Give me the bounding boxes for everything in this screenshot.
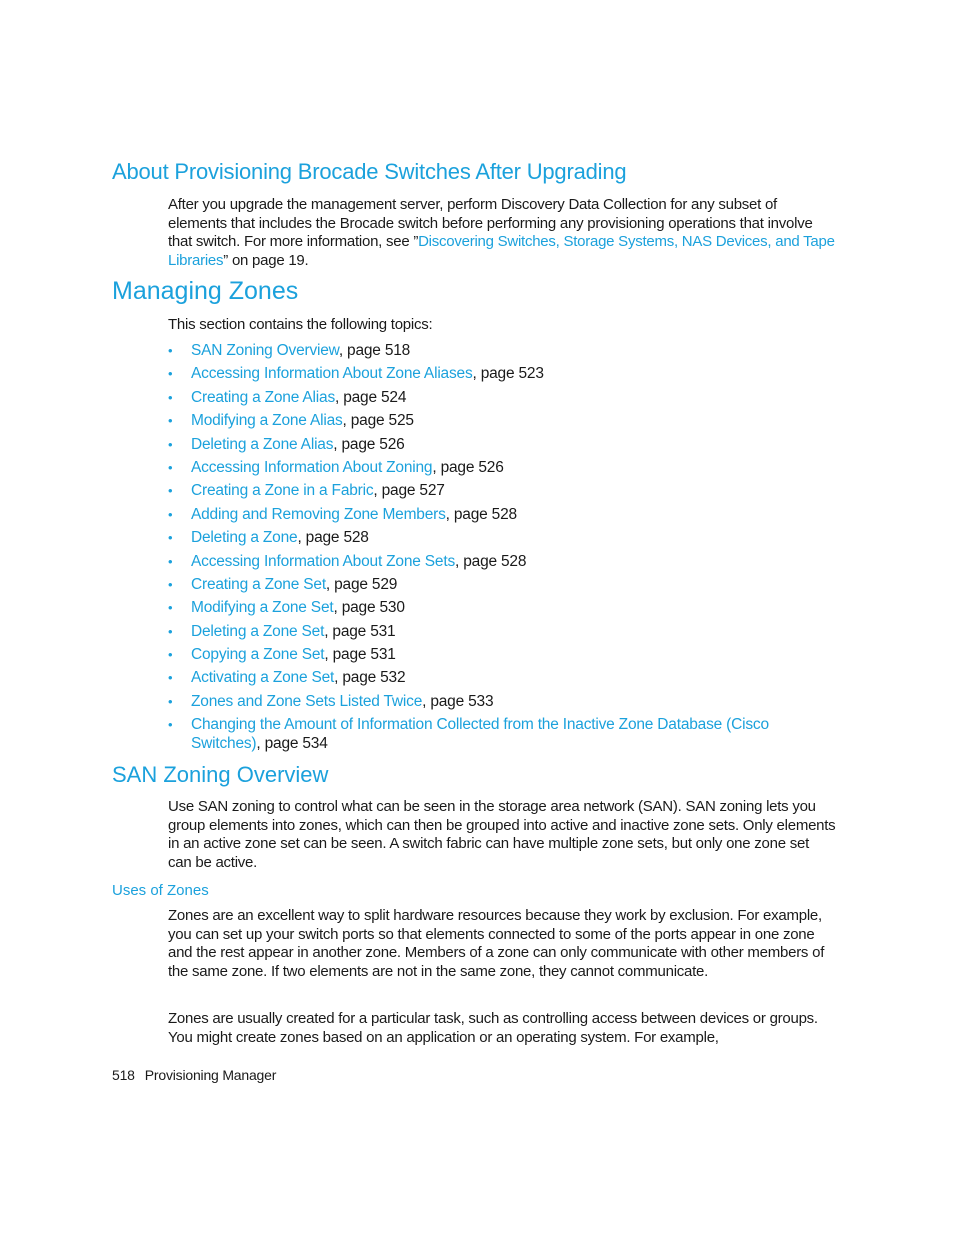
topic-link[interactable]: Copying a Zone Set <box>191 646 325 663</box>
bullet-icon: • <box>168 436 173 452</box>
heading-managing-zones: Managing Zones <box>112 277 299 305</box>
bullet-icon: • <box>168 483 173 499</box>
bullet-icon: • <box>168 717 173 733</box>
footer-title: Provisioning Manager <box>144 1067 277 1083</box>
topic-list-item: • Activating a Zone Set, page 532 <box>168 669 808 688</box>
topic-link[interactable]: Zones and Zone Sets Listed Twice <box>191 693 422 710</box>
about-paragraph: After you upgrade the management server,… <box>168 196 836 271</box>
topic-list-item: • Deleting a Zone Alias, page 526 <box>168 436 808 455</box>
topic-page-ref: , page 524 <box>335 388 407 406</box>
topic-page-ref: , page 533 <box>422 692 494 710</box>
topic-page-ref: , page 526 <box>333 435 405 453</box>
heading-san-zoning-overview: SAN Zoning Overview <box>112 762 329 787</box>
topic-link[interactable]: Activating a Zone Set <box>191 669 334 686</box>
heading-uses-of-zones: Uses of Zones <box>112 882 209 899</box>
topic-page-ref: , page 531 <box>324 646 396 664</box>
topic-page-ref: , page 528 <box>445 505 517 523</box>
topic-list-item: • Creating a Zone in a Fabric, page 527 <box>168 482 808 501</box>
topic-list-item: • Creating a Zone Set, page 529 <box>168 576 808 595</box>
bullet-icon: • <box>168 623 173 639</box>
heading-about-provisioning: About Provisioning Brocade Switches Afte… <box>112 159 627 184</box>
topic-page-ref: , page 526 <box>432 458 504 476</box>
topic-page-ref: , page 530 <box>333 599 405 617</box>
topic-list-item: • Copying a Zone Set, page 531 <box>168 646 808 665</box>
bullet-icon: • <box>168 553 173 569</box>
topic-list-item: • Adding and Removing Zone Members, page … <box>168 506 808 525</box>
topic-link[interactable]: Deleting a Zone <box>191 529 298 546</box>
bullet-icon: • <box>168 413 173 429</box>
topic-list-item: • Modifying a Zone Set, page 530 <box>168 599 808 618</box>
topic-list-item: • Accessing Information About Zoning, pag… <box>168 459 808 478</box>
about-text-after: ” on page 19. <box>223 252 309 270</box>
topic-link[interactable]: Modifying a Zone Alias <box>191 412 343 429</box>
page-footer: 518 Provisioning Manager <box>112 1067 276 1083</box>
topic-link[interactable]: Accessing Information About Zoning <box>191 459 433 476</box>
topic-link[interactable]: Adding and Removing Zone Members <box>191 506 446 523</box>
topic-list-item: • Deleting a Zone, page 528 <box>168 529 808 548</box>
bullet-icon: • <box>168 530 173 546</box>
uses-paragraph-1: Zones are an excellent way to split hard… <box>168 907 825 981</box>
topic-page-ref: , page 529 <box>325 575 398 593</box>
topic-link[interactable]: Deleting a Zone Alias <box>191 436 333 453</box>
topic-list-item: • Modifying a Zone Alias, page 525 <box>168 412 808 431</box>
topic-list-item: • Accessing Information About Zone Sets, … <box>168 553 808 572</box>
topic-link[interactable]: Deleting a Zone Set <box>191 623 324 640</box>
topic-list-item: • Deleting a Zone Set, page 531 <box>168 623 808 642</box>
topics-list: • SAN Zoning Overview, page 518 • Accessing… <box>168 342 808 758</box>
topic-list-item: • Accessing Information About Zone Aliase… <box>168 365 808 384</box>
topic-link[interactable]: SAN Zoning Overview <box>191 342 339 359</box>
uses-paragraph-2: Zones are usually created for a particul… <box>168 1010 818 1046</box>
bullet-icon: • <box>168 506 173 522</box>
topic-link[interactable]: Accessing Information About Zone Aliases <box>191 365 473 382</box>
topic-page-ref: , page 525 <box>342 412 414 430</box>
bullet-icon: • <box>168 576 173 592</box>
topic-page-ref: , page 528 <box>455 552 527 570</box>
topic-link[interactable]: Accessing Information About Zone Sets <box>191 553 455 570</box>
bullet-icon: • <box>168 670 173 686</box>
topic-page-ref: , page 532 <box>334 669 406 687</box>
bullet-icon: • <box>168 366 173 382</box>
bullet-icon: • <box>168 459 173 475</box>
topic-link[interactable]: Creating a Zone Alias <box>191 389 335 406</box>
topic-link[interactable]: Creating a Zone Set <box>191 576 326 593</box>
topic-page-ref: , page 527 <box>373 482 445 500</box>
topic-list-item: • Zones and Zone Sets Listed Twice, page … <box>168 693 808 712</box>
managing-intro: This section contains the following topi… <box>168 316 433 333</box>
topic-page-ref: , page 518 <box>338 342 411 359</box>
san-overview-paragraph: Use SAN zoning to control what can be se… <box>168 798 836 872</box>
bullet-icon: • <box>168 600 173 616</box>
bullet-icon: • <box>168 693 173 709</box>
bullet-icon: • <box>168 389 173 405</box>
topic-list-item: • SAN Zoning Overview, page 518 <box>168 342 808 361</box>
topic-list-item: • Changing the Amount of Information Coll… <box>168 716 808 753</box>
bullet-icon: • <box>168 343 173 358</box>
page-number: 518 <box>112 1067 135 1083</box>
topic-page-ref: , page 534 <box>256 734 328 752</box>
topic-list-item: • Creating a Zone Alias, page 524 <box>168 389 808 408</box>
topic-page-ref: , page 528 <box>297 529 369 547</box>
topic-page-ref: , page 523 <box>472 365 544 383</box>
topic-link[interactable]: Creating a Zone in a Fabric <box>191 482 374 499</box>
topic-link[interactable]: Modifying a Zone Set <box>191 599 334 616</box>
topic-page-ref: , page 531 <box>324 622 396 640</box>
bullet-icon: • <box>168 647 173 663</box>
